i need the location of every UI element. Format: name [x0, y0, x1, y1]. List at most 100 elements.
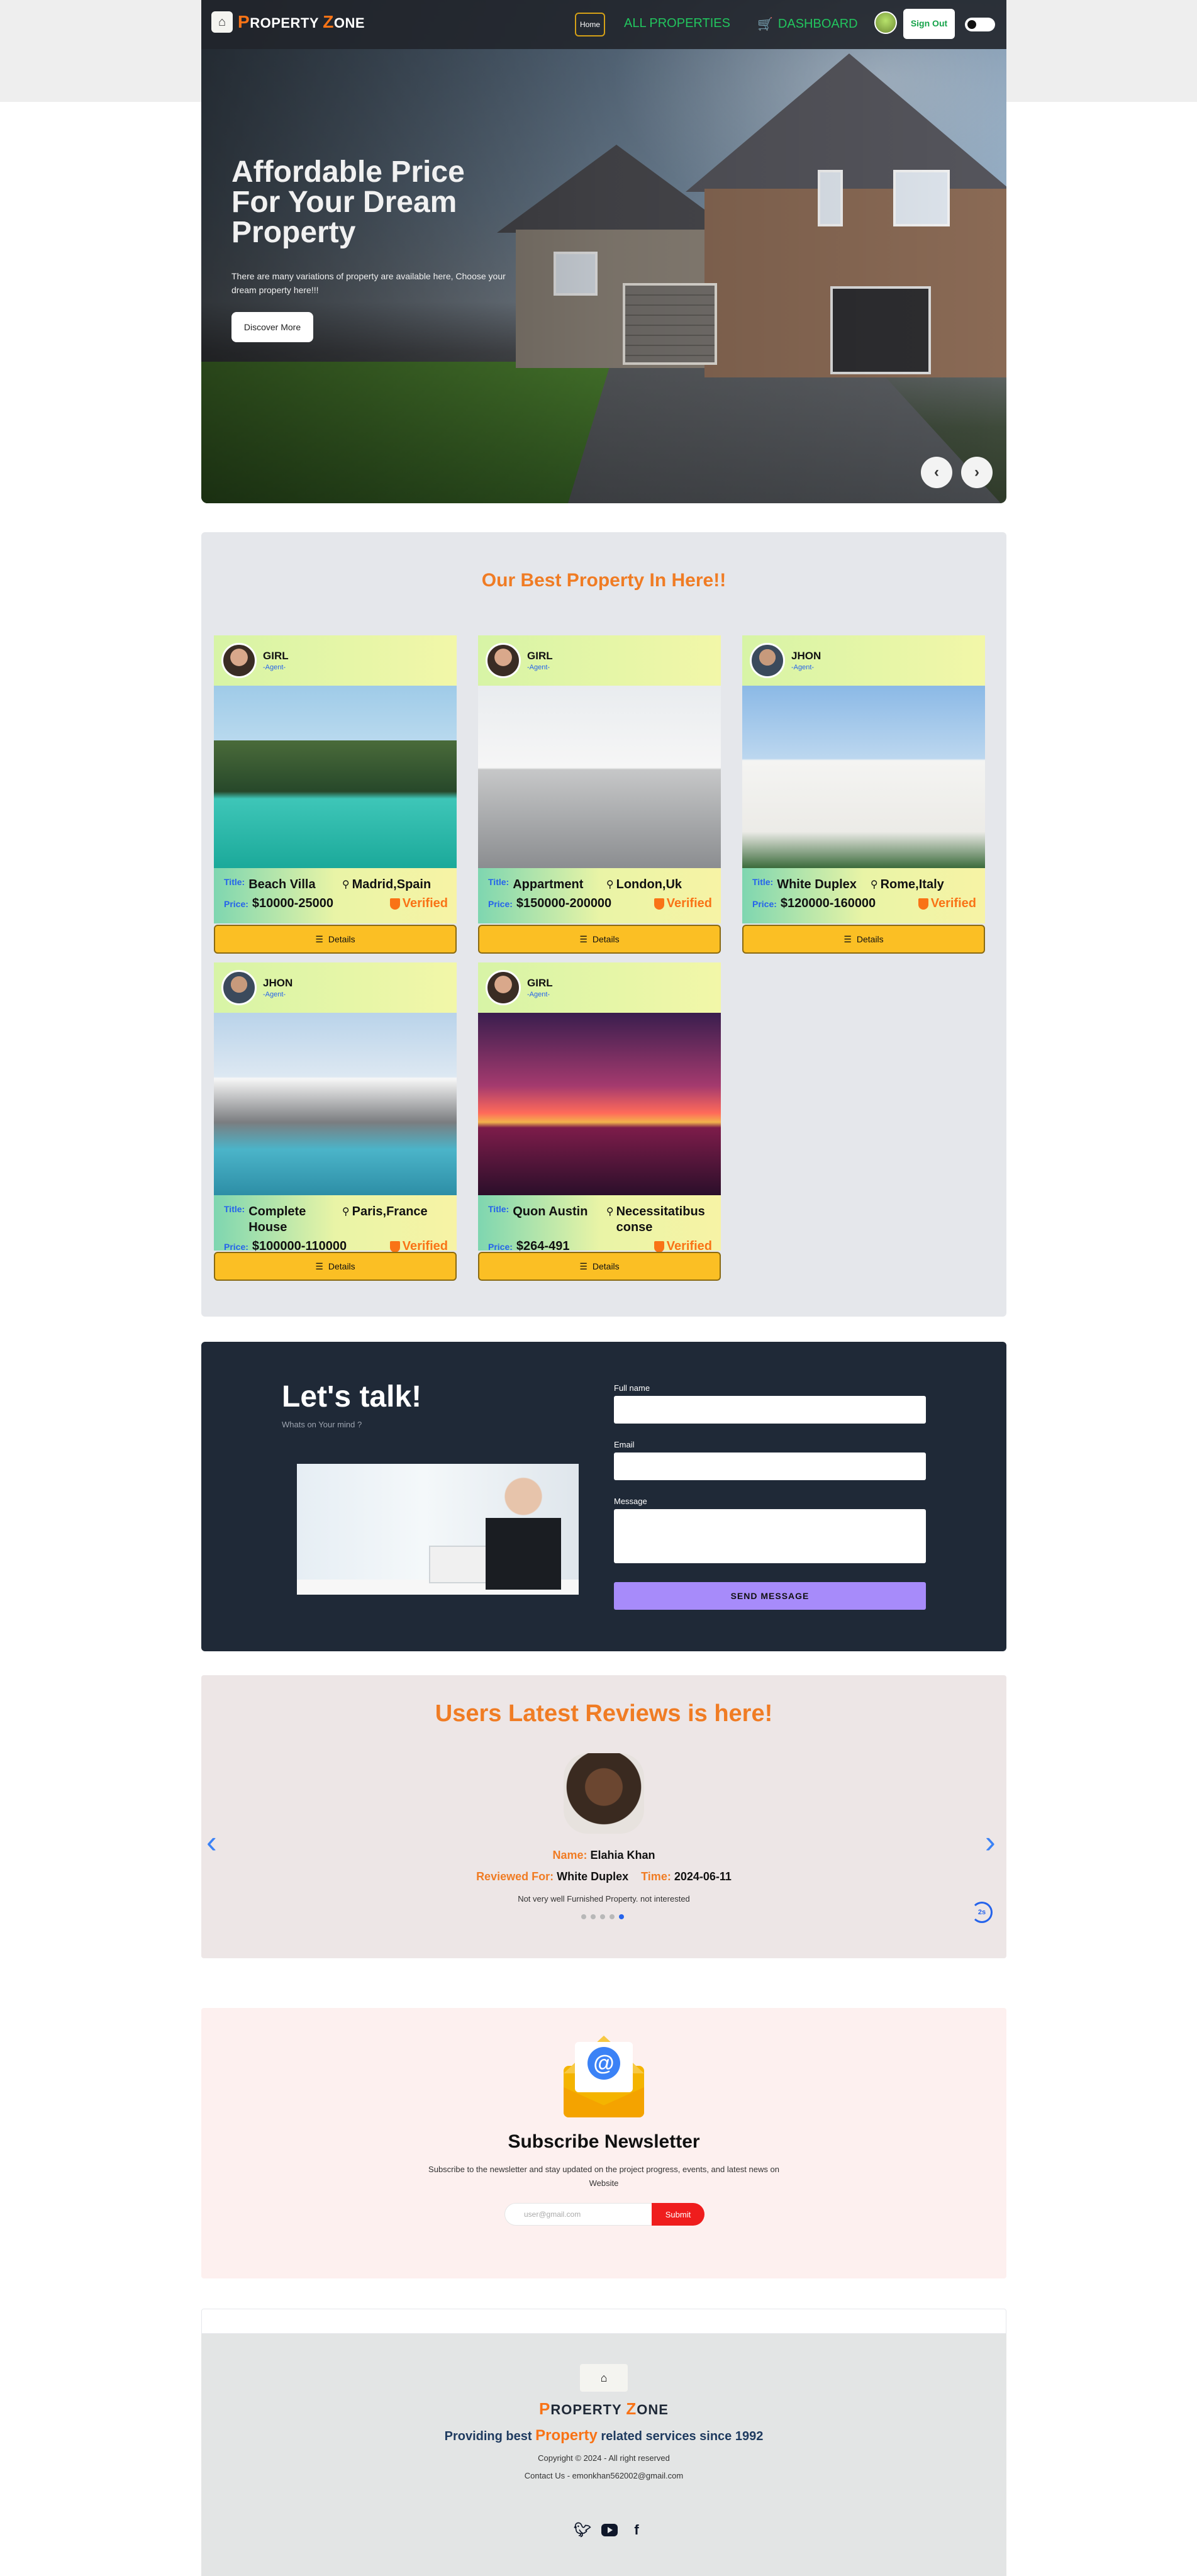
newsletter-email-input[interactable]: user@gmail.com [504, 2203, 653, 2226]
property-title: Complete House [248, 1205, 306, 1234]
pagination-dot-active[interactable] [619, 1914, 624, 1919]
agent-role: -Agent- [791, 664, 815, 671]
verified-badge: Verified [666, 896, 712, 910]
message-textarea[interactable] [614, 1509, 926, 1563]
nav-home-link[interactable]: Home [575, 13, 605, 36]
property-location: Rome,Italy [880, 878, 944, 891]
property-image [742, 686, 985, 868]
theme-toggle[interactable] [965, 18, 995, 31]
review-time: 2024-06-11 [674, 1870, 732, 1883]
contact-image-person [486, 1470, 561, 1590]
title-label: Title: [224, 1204, 245, 1214]
best-property-section: Our Best Property In Here!! GIRL -Agent- … [201, 532, 1006, 1317]
newsletter-title: Subscribe Newsletter [508, 2131, 700, 2152]
youtube-icon[interactable] [601, 2524, 618, 2536]
verified-shield-icon [389, 1241, 400, 1252]
footer-logo-word-1: ROPERTY [550, 2402, 626, 2417]
nav-all-properties-link[interactable]: ALL PROPERTIES [624, 16, 730, 31]
property-price: $150000-200000 [516, 896, 612, 910]
review-meta-line: Reviewed For: White Duplex Time: 2024-06… [201, 1870, 1006, 1883]
hero-prev-button[interactable]: ‹ [921, 457, 952, 488]
pagination-dot[interactable] [600, 1914, 605, 1919]
title-label: Title: [488, 1204, 509, 1214]
card-agent-header: GIRL -Agent- [214, 635, 457, 686]
price-label: Price: [488, 899, 513, 909]
card-agent-header: JHON -Agent- [214, 962, 457, 1013]
details-label: Details [328, 1261, 355, 1271]
reviewer-avatar [564, 1753, 644, 1834]
contact-section: Let's talk! Whats on Your mind ? Full na… [201, 1342, 1006, 1651]
contact-title: Let's talk! [282, 1380, 422, 1413]
verified-shield-icon [918, 898, 928, 910]
title-label: Title: [752, 877, 774, 887]
footer-logo-word-2: ONE [637, 2402, 669, 2417]
user-avatar[interactable] [874, 11, 897, 34]
discover-more-button[interactable]: Discover More [231, 312, 313, 342]
property-title: Quon Austin [513, 1205, 588, 1218]
price-label: Price: [224, 1242, 248, 1252]
agent-name: GIRL [527, 977, 553, 989]
house-logo-icon: ⌂ [211, 11, 233, 33]
nav-dashboard-label: DASHBOARD [777, 17, 858, 31]
message-label: Message [614, 1497, 647, 1506]
details-button[interactable]: ☰ Details [742, 925, 985, 954]
footer-tagline: Providing best Property related services… [201, 2427, 1006, 2445]
property-info: Title: Complete House ⚲ Paris,France Price… [214, 1195, 457, 1253]
details-button[interactable]: ☰ Details [478, 925, 721, 954]
logo-word-2: ONE [333, 15, 365, 31]
verified-shield-icon [654, 898, 664, 910]
property-location: London,Uk [616, 878, 682, 891]
hero-overlay [201, 0, 1006, 503]
twitter-icon[interactable]: 🐦︎ [574, 2522, 591, 2538]
agent-avatar [750, 643, 785, 678]
property-price: $10000-25000 [252, 896, 333, 910]
full-name-label: Full name [614, 1383, 650, 1393]
reviews-next-arrow[interactable]: › [985, 1826, 996, 1858]
location-pin-icon: ⚲ [870, 879, 878, 890]
reviewed-for-label: Reviewed For: [476, 1870, 554, 1883]
details-label: Details [856, 934, 884, 944]
facebook-icon[interactable]: f [629, 2522, 644, 2538]
title-label: Title: [224, 877, 245, 887]
details-label: Details [328, 934, 355, 944]
details-button[interactable]: ☰ Details [478, 1252, 721, 1281]
pagination-dot[interactable] [591, 1914, 596, 1919]
send-message-button[interactable]: SEND MESSAGE [614, 1582, 926, 1610]
property-image [478, 686, 721, 868]
hero-next-button[interactable]: › [961, 457, 993, 488]
reviewer-name-line: Name: Elahia Khan [201, 1849, 1006, 1862]
pagination-dot[interactable] [581, 1914, 586, 1919]
copyright-text: Copyright © 2024 - All right reserved [538, 2453, 670, 2463]
reviews-section: Users Latest Reviews is here! Name: Elah… [201, 1675, 1006, 1958]
contact-email-text: Contact Us - emonkhan562002@gmail.com [524, 2471, 684, 2480]
property-info: Title: Quon Austin ⚲ Necessitatibus conse … [478, 1195, 721, 1253]
reviews-prev-arrow[interactable]: ‹ [206, 1826, 217, 1858]
time-label: Time: [641, 1870, 671, 1883]
property-location: Paris,France [352, 1205, 428, 1218]
details-button[interactable]: ☰ Details [214, 925, 457, 954]
cart-icon: 🛒 [757, 18, 773, 31]
property-image [478, 1013, 721, 1195]
reviewed-property: White Duplex [557, 1870, 629, 1883]
list-icon: ☰ [579, 934, 587, 944]
review-text: Not very well Furnished Property. not in… [518, 1894, 690, 1904]
social-links: 🐦︎ f [574, 2522, 644, 2538]
hero-description: There are many variations of property ar… [231, 271, 506, 296]
newsletter-submit-button[interactable]: Submit [652, 2203, 704, 2226]
price-label: Price: [752, 899, 777, 909]
agent-name: JHON [791, 650, 821, 662]
reviews-heading: Users Latest Reviews is here! [435, 1700, 773, 1727]
property-card: GIRL -Agent- Title: Quon Austin ⚲ Necessita… [478, 962, 721, 1281]
nav-dashboard-link[interactable]: 🛒 DASHBOARD [757, 16, 858, 32]
email-input[interactable] [614, 1452, 926, 1480]
footer: ⌂ PROPERTY ZONE Providing best Property … [201, 2334, 1006, 2576]
location-pin-icon: ⚲ [606, 879, 614, 890]
sign-out-button[interactable]: Sign Out [903, 9, 955, 39]
details-button[interactable]: ☰ Details [214, 1252, 457, 1281]
tagline-end: related services since 1992 [597, 2429, 764, 2443]
agent-role: -Agent- [263, 664, 286, 671]
best-property-heading: Our Best Property In Here!! [481, 570, 727, 591]
full-name-input[interactable] [614, 1396, 926, 1424]
pagination-dot[interactable] [610, 1914, 615, 1919]
site-logo[interactable]: ⌂ PROPERTY ZONE [211, 11, 365, 33]
